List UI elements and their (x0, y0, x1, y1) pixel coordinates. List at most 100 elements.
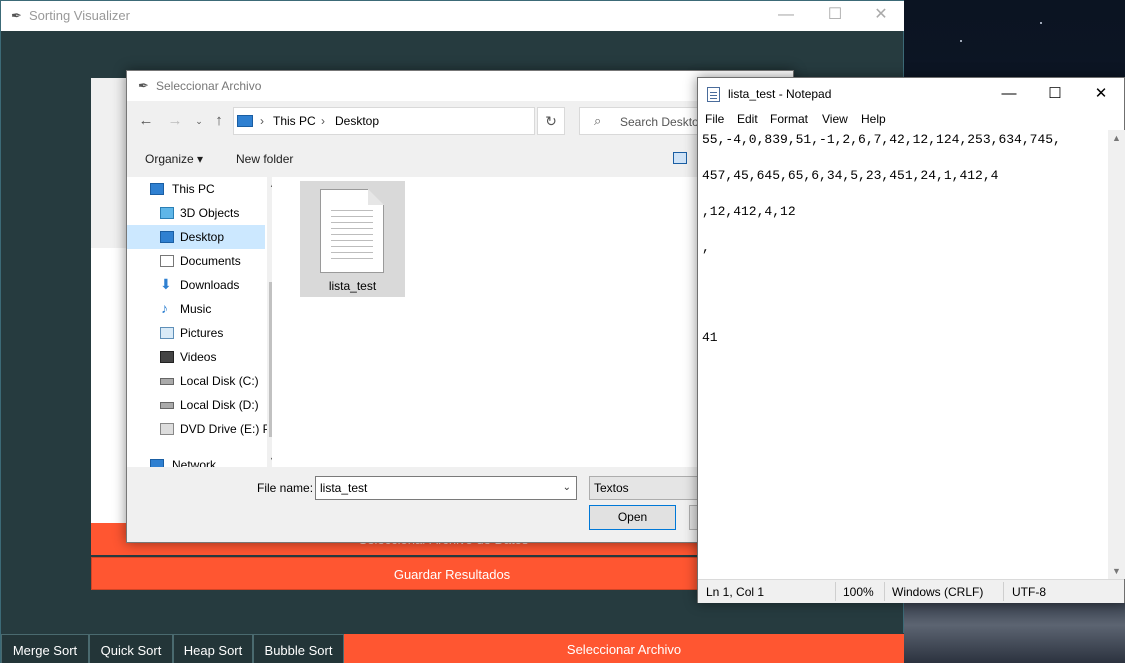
desktop-icon (160, 231, 174, 243)
desktop-landscape (903, 600, 1125, 663)
zoom-level: 100% (843, 585, 874, 599)
computer-icon (237, 115, 253, 127)
recent-locations-chevron-icon[interactable]: ⌄ (189, 111, 209, 131)
star-decoration (960, 40, 962, 42)
notepad-menu-bar: File Edit Format View Help (698, 110, 1124, 130)
text-line: 55,-4,0,839,51,-1,2,6,7,42,12,124,253,63… (702, 132, 1061, 147)
file-item[interactable]: lista_test (300, 181, 405, 297)
notepad-window: lista_test - Notepad — ☐ ✕ File Edit For… (697, 77, 1125, 603)
change-view-icon[interactable] (673, 152, 687, 164)
nav-item-music[interactable]: ♪ Music (127, 297, 265, 321)
chevron-down-icon[interactable]: ⌄ (563, 482, 571, 493)
main-title-bar: ✒ Sorting Visualizer — ☐ ✕ (1, 1, 904, 31)
nav-item-label: 3D Objects (180, 206, 240, 220)
notepad-icon (707, 87, 720, 102)
breadcrumb-desktop[interactable]: Desktop (335, 114, 379, 128)
dvd-icon (160, 423, 174, 435)
text-line: , (702, 240, 710, 255)
menu-edit[interactable]: Edit (737, 112, 758, 126)
download-arrow-icon: ⬇ (160, 276, 172, 292)
nav-item-downloads[interactable]: ⬇ Downloads (127, 273, 265, 297)
minimize-button[interactable]: — (763, 5, 809, 27)
status-divider (835, 582, 836, 601)
nav-item-3d-objects[interactable]: 3D Objects (127, 201, 265, 225)
scroll-down-icon[interactable]: ▼ (1112, 566, 1121, 576)
file-name-value: lista_test (320, 481, 368, 495)
menu-format[interactable]: Format (770, 112, 808, 126)
merge-sort-button[interactable]: Merge Sort (1, 634, 89, 663)
line-endings: Windows (CRLF) (892, 585, 984, 599)
nav-item-this-pc[interactable]: This PC (127, 177, 265, 201)
new-folder-button[interactable]: New folder (236, 152, 293, 166)
close-button[interactable]: ✕ (1078, 82, 1124, 106)
file-name-label: File name: (257, 481, 314, 495)
notepad-scrollbar[interactable]: ▲ ▼ (1108, 130, 1125, 579)
breadcrumb-this-pc[interactable]: This PC (273, 114, 316, 128)
disk-icon (160, 402, 174, 409)
menu-view[interactable]: View (822, 112, 848, 126)
bubble-sort-button[interactable]: Bubble Sort (253, 634, 344, 663)
nav-item-desktop[interactable]: Desktop (127, 225, 265, 249)
maximize-button[interactable]: ☐ (812, 5, 858, 27)
star-decoration (1040, 22, 1042, 24)
nav-item-documents[interactable]: Documents (127, 249, 265, 273)
feather-icon: ✒ (11, 8, 22, 23)
nav-item-label: Music (180, 302, 212, 316)
nav-item-videos[interactable]: Videos (127, 345, 265, 369)
file-name-input[interactable]: lista_test ⌄ (315, 476, 577, 500)
nav-item-label: Documents (180, 254, 241, 268)
nav-item-label: Pictures (180, 326, 224, 340)
select-file-button[interactable]: Seleccionar Archivo (344, 634, 904, 663)
nav-item-label: Desktop (180, 230, 225, 244)
heap-sort-button[interactable]: Heap Sort (173, 634, 253, 663)
feather-icon: ✒ (138, 78, 149, 93)
organize-button[interactable]: Organize ▾ (145, 152, 203, 166)
nav-item-local-disk-c[interactable]: Local Disk (C:) (127, 369, 265, 393)
search-icon: ⌕ (594, 113, 602, 128)
nav-item-label: DVD Drive (E:) PF (180, 422, 267, 436)
dialog-title-bar: ✒ Seleccionar Archivo (127, 71, 793, 101)
menu-help[interactable]: Help (861, 112, 886, 126)
music-note-icon: ♪ (161, 300, 168, 316)
forward-arrow-icon[interactable]: → (165, 111, 185, 131)
scroll-up-icon[interactable]: ▲ (1112, 133, 1121, 143)
encoding: UTF-8 (1012, 585, 1046, 599)
breadcrumb-separator-icon: › (321, 114, 325, 128)
documents-icon (160, 255, 174, 267)
nav-item-network[interactable]: Network (127, 453, 265, 467)
nav-item-label: Network (172, 458, 217, 467)
quick-sort-button[interactable]: Quick Sort (89, 634, 173, 663)
file-item-name: lista_test (328, 279, 377, 293)
text-file-icon (320, 189, 384, 273)
breadcrumb-separator-icon: › (260, 114, 264, 128)
nav-item-dvd-drive[interactable]: DVD Drive (E:) PF (127, 417, 267, 441)
address-bar[interactable]: › This PC › Desktop ⌄ (233, 107, 625, 135)
text-line: 41 (702, 330, 718, 345)
cursor-position: Ln 1, Col 1 (706, 585, 765, 599)
maximize-button[interactable]: ☐ (1032, 82, 1078, 106)
back-arrow-icon[interactable]: ← (136, 111, 156, 131)
notepad-title-bar: lista_test - Notepad — ☐ ✕ (698, 78, 1124, 110)
notepad-title: lista_test - Notepad (728, 87, 832, 101)
close-button[interactable]: ✕ (858, 5, 904, 27)
menu-file[interactable]: File (705, 112, 724, 126)
search-placeholder: Search Desktop (620, 115, 706, 129)
network-icon (150, 459, 164, 467)
nav-item-label: Videos (180, 350, 217, 364)
notepad-status-bar: Ln 1, Col 1 100% Windows (CRLF) UTF-8 (698, 579, 1124, 603)
notepad-text-area[interactable]: 55,-4,0,839,51,-1,2,6,7,42,12,124,253,63… (698, 130, 1108, 579)
up-arrow-icon[interactable]: ↑ (209, 111, 229, 131)
open-button[interactable]: Open (589, 505, 676, 530)
refresh-icon[interactable]: ↻ (537, 107, 565, 135)
nav-item-pictures[interactable]: Pictures (127, 321, 265, 345)
film-icon (160, 351, 174, 363)
file-open-dialog: ✒ Seleccionar Archivo ← → ⌄ ↑ › This PC … (126, 70, 795, 543)
nav-item-local-disk-d[interactable]: Local Disk (D:) (127, 393, 265, 417)
status-divider (884, 582, 885, 601)
nav-item-label: This PC (172, 182, 215, 196)
pictures-icon (160, 327, 174, 339)
dialog-title: Seleccionar Archivo (156, 79, 262, 93)
cube-icon (160, 207, 174, 219)
minimize-button[interactable]: — (986, 82, 1032, 106)
main-window-title: Sorting Visualizer (29, 8, 130, 23)
